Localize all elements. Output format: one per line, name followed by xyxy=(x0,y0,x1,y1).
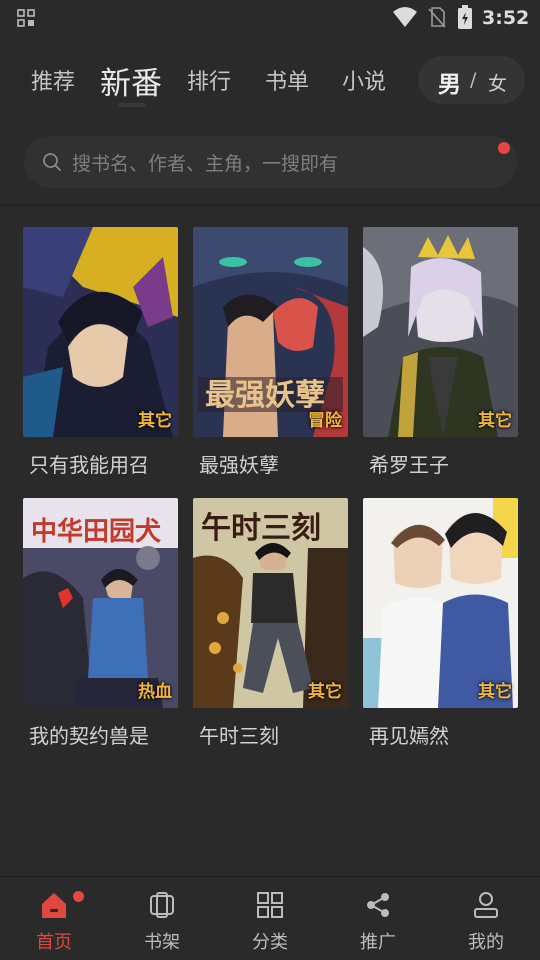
nav-profile-label: 我的 xyxy=(468,932,504,953)
nav-home[interactable]: 首页 xyxy=(0,877,108,960)
header-divider xyxy=(0,204,540,206)
tab-booklist[interactable]: 书单 xyxy=(265,64,309,96)
comic-title[interactable]: 再见嫣然 xyxy=(369,720,449,749)
bookshelf-icon xyxy=(150,892,174,918)
genre-tag: 冒险 xyxy=(308,411,342,431)
comic-cover[interactable]: 其它 xyxy=(23,227,178,437)
home-icon xyxy=(42,893,66,918)
comic-card[interactable]: 最强妖孽 冒险 最强妖孽 xyxy=(193,227,348,477)
status-bar: 3:52 xyxy=(0,0,540,36)
grid-icon xyxy=(17,9,35,27)
comic-title[interactable]: 希罗王子 xyxy=(369,449,449,478)
comic-card[interactable]: 其它 只有我能用召 xyxy=(23,227,178,477)
search-bar[interactable]: 搜书名、作者、主角，一搜即有 xyxy=(24,136,517,188)
comic-title[interactable]: 我的契约兽是 xyxy=(29,720,149,749)
comic-card[interactable]: 中华田园犬 热血 我的契约兽是 xyxy=(23,498,178,748)
nav-category-label: 分类 xyxy=(252,932,288,953)
battery-icon xyxy=(458,5,472,29)
category-tabs: 推荐 新番 排行 书单 小说 男 / 女 xyxy=(0,46,540,110)
comic-title[interactable]: 午时三刻 xyxy=(199,720,279,749)
genre-tag: 其它 xyxy=(308,682,342,702)
comic-card[interactable]: 午时三刻 其它 午时三刻 xyxy=(193,498,348,748)
comic-title[interactable]: 只有我能用召 xyxy=(29,449,149,478)
comic-cover[interactable]: 其它 xyxy=(363,227,518,437)
comic-card[interactable]: 其它 希罗王子 xyxy=(363,227,518,477)
search-icon xyxy=(43,153,62,172)
comic-cover[interactable]: 午时三刻 其它 xyxy=(193,498,348,708)
status-time: 3:52 xyxy=(482,7,530,29)
gender-toggle[interactable]: 男 / 女 xyxy=(418,56,525,104)
tab-ranking[interactable]: 排行 xyxy=(187,64,231,96)
app-screen: 3:52 推荐 新番 排行 书单 小说 男 / 女 搜书名、作者、主角，一搜即有 xyxy=(0,0,540,960)
comic-card[interactable]: 其它 再见嫣然 xyxy=(363,498,518,748)
share-icon xyxy=(367,893,389,917)
nav-promote-label: 推广 xyxy=(360,932,396,953)
svg-text:中华田园犬: 中华田园犬 xyxy=(31,516,162,547)
genre-tag: 其它 xyxy=(138,411,172,431)
gender-male[interactable]: 男 xyxy=(438,65,461,99)
category-grid-icon xyxy=(257,892,283,918)
genre-tag: 热血 xyxy=(138,682,172,702)
tab-novel[interactable]: 小说 xyxy=(342,64,386,96)
tab-new-series[interactable]: 新番 xyxy=(100,58,162,103)
genre-tag: 其它 xyxy=(478,682,512,702)
comic-cover[interactable]: 其它 xyxy=(363,498,518,708)
genre-tag: 其它 xyxy=(478,411,512,431)
gender-female[interactable]: 女 xyxy=(488,69,507,96)
tab-recommend[interactable]: 推荐 xyxy=(31,64,75,96)
active-tab-indicator xyxy=(118,103,146,107)
nav-category[interactable]: 分类 xyxy=(216,877,324,960)
nav-promote[interactable]: 推广 xyxy=(324,877,432,960)
nav-home-badge xyxy=(73,891,84,902)
no-sim-icon xyxy=(428,7,446,28)
notification-dot xyxy=(498,142,510,154)
nav-profile[interactable]: 我的 xyxy=(432,877,540,960)
comic-cover[interactable]: 最强妖孽 冒险 xyxy=(193,227,348,437)
nav-bookshelf-label: 书架 xyxy=(144,932,180,953)
bottom-navigation: 首页 书架 分类 推广 我的 xyxy=(0,876,540,960)
gender-separator: / xyxy=(470,69,477,91)
profile-icon xyxy=(474,892,498,918)
comic-cover[interactable]: 中华田园犬 热血 xyxy=(23,498,178,708)
search-placeholder: 搜书名、作者、主角，一搜即有 xyxy=(72,153,339,175)
nav-home-label: 首页 xyxy=(36,932,72,953)
wifi-icon xyxy=(393,7,417,27)
nav-bookshelf[interactable]: 书架 xyxy=(108,877,216,960)
comic-title[interactable]: 最强妖孽 xyxy=(199,449,279,478)
svg-text:最强妖孽: 最强妖孽 xyxy=(205,378,325,413)
svg-text:午时三刻: 午时三刻 xyxy=(201,511,321,546)
